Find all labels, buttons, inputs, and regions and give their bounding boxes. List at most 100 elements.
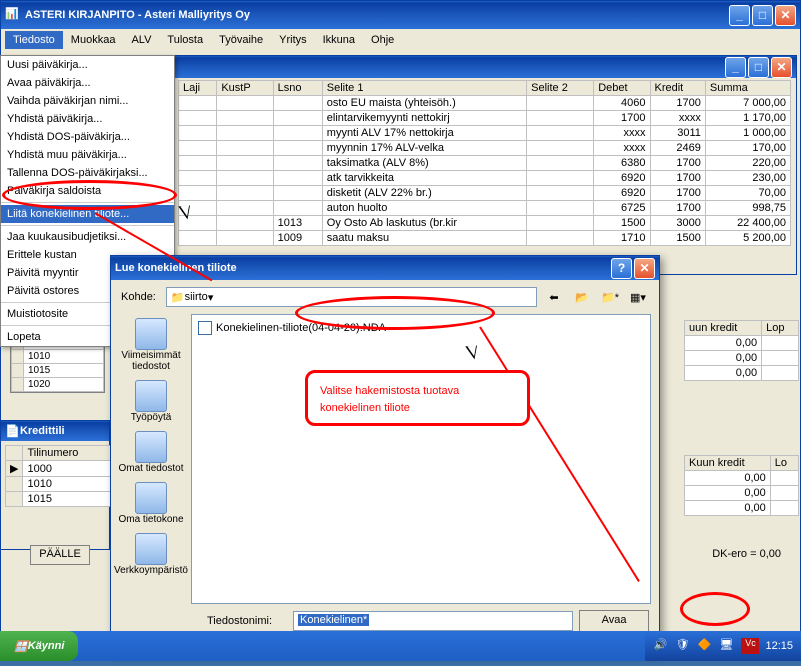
cell[interactable] xyxy=(217,216,273,231)
table-row[interactable]: myynnin 17% ALV-velkaxxxx2469170,00 xyxy=(179,141,791,156)
cell[interactable]: 6920 xyxy=(594,186,650,201)
cell[interactable] xyxy=(527,156,594,171)
cell[interactable]: atk tarvikkeita xyxy=(322,171,526,186)
cell[interactable] xyxy=(273,186,322,201)
open-button[interactable]: Avaa xyxy=(579,610,649,632)
list-item[interactable]: 1015 xyxy=(6,492,113,507)
tray-icon[interactable]: 🖥 xyxy=(719,638,735,654)
menu-alv[interactable]: ALV xyxy=(123,31,159,49)
cell[interactable] xyxy=(273,141,322,156)
minimize-button[interactable]: _ xyxy=(729,5,750,26)
table-row[interactable]: elintarvikemyynti nettokirj 1700xxxx1 170… xyxy=(179,111,791,126)
cell[interactable]: 1700 xyxy=(650,156,705,171)
cell[interactable]: xxxx xyxy=(594,126,650,141)
paalle-button[interactable]: PÄÄLLE xyxy=(30,545,90,565)
cell[interactable] xyxy=(179,171,217,186)
cell[interactable]: 1500 xyxy=(650,231,705,246)
col-4[interactable]: Selite 2 xyxy=(527,81,594,96)
maximize-button[interactable]: □ xyxy=(752,5,773,26)
cell[interactable] xyxy=(273,171,322,186)
menu-ikkuna[interactable]: Ikkuna xyxy=(315,31,363,49)
cell[interactable] xyxy=(527,216,594,231)
cell[interactable] xyxy=(273,201,322,216)
cell[interactable]: Oy Osto Ab laskutus (br.kir xyxy=(322,216,526,231)
cell[interactable]: 1013 xyxy=(273,216,322,231)
cell[interactable] xyxy=(179,156,217,171)
filename-input[interactable]: Konekielinen* xyxy=(293,611,573,631)
place-item[interactable]: Työpöytä xyxy=(131,380,172,423)
cell[interactable] xyxy=(217,171,273,186)
cell[interactable]: 230,00 xyxy=(705,171,790,186)
tray-icon[interactable]: 🔊 xyxy=(653,638,669,654)
child-minimize[interactable]: _ xyxy=(725,57,746,78)
new-folder-icon[interactable]: 📁* xyxy=(599,286,621,308)
cell[interactable]: 4060 xyxy=(594,96,650,111)
cell[interactable] xyxy=(527,171,594,186)
file-item[interactable]: Konekielinen-tiliote(04-04-20).NDA xyxy=(196,319,646,337)
menu-item[interactable]: Yhdistä DOS-päiväkirja... xyxy=(1,128,174,146)
start-button[interactable]: 🪟 Käynni xyxy=(0,631,78,661)
cell[interactable] xyxy=(179,96,217,111)
cell[interactable]: saatu maksu xyxy=(322,231,526,246)
cell[interactable]: 22 400,00 xyxy=(705,216,790,231)
cell[interactable] xyxy=(527,141,594,156)
place-item[interactable]: Omat tiedostot xyxy=(118,431,183,474)
cell[interactable] xyxy=(527,96,594,111)
menu-item[interactable]: Yhdistä muu päiväkirja... xyxy=(1,146,174,164)
cell[interactable] xyxy=(179,126,217,141)
views-icon[interactable]: ▦▾ xyxy=(627,286,649,308)
cell[interactable] xyxy=(527,231,594,246)
cell[interactable] xyxy=(179,216,217,231)
cell[interactable] xyxy=(217,96,273,111)
cell[interactable]: 1 170,00 xyxy=(705,111,790,126)
menu-tiedosto[interactable]: Tiedosto xyxy=(5,31,63,49)
cell[interactable] xyxy=(217,231,273,246)
list-item[interactable]: 1010 xyxy=(12,350,104,364)
menu-item[interactable]: Avaa päiväkirja... xyxy=(1,74,174,92)
cell[interactable]: myynnin 17% ALV-velka xyxy=(322,141,526,156)
cell[interactable] xyxy=(527,111,594,126)
cell[interactable] xyxy=(527,201,594,216)
cell[interactable] xyxy=(217,126,273,141)
col-2[interactable]: Lsno xyxy=(273,81,322,96)
cell[interactable] xyxy=(217,186,273,201)
table-row[interactable]: taksimatka (ALV 8%)63801700220,00 xyxy=(179,156,791,171)
place-item[interactable]: Verkkoympäristö xyxy=(114,533,188,576)
col-5[interactable]: Debet xyxy=(594,81,650,96)
table-row[interactable]: 1013Oy Osto Ab laskutus (br.kir150030002… xyxy=(179,216,791,231)
table-row[interactable]: 1009saatu maksu171015005 200,00 xyxy=(179,231,791,246)
cell[interactable]: 998,75 xyxy=(705,201,790,216)
menu-item[interactable]: Liitä konekielinen tiliote... xyxy=(1,205,174,223)
cell[interactable]: 1700 xyxy=(650,201,705,216)
cell[interactable] xyxy=(217,111,273,126)
place-item[interactable]: Viimeisimmät tiedostot xyxy=(111,318,191,372)
cell[interactable]: 6920 xyxy=(594,171,650,186)
cell[interactable] xyxy=(527,186,594,201)
cell[interactable] xyxy=(273,111,322,126)
col-7[interactable]: Summa xyxy=(705,81,790,96)
back-icon[interactable]: ⬅ xyxy=(543,286,565,308)
list-item[interactable]: ▶1000 xyxy=(6,461,113,477)
main-datagrid[interactable]: LajiKustPLsnoSelite 1Selite 2DebetKredit… xyxy=(178,80,791,246)
cell[interactable]: disketit (ALV 22% br.) xyxy=(322,186,526,201)
cell[interactable] xyxy=(527,126,594,141)
tray-icon[interactable]: 🔶 xyxy=(697,638,713,654)
cell[interactable] xyxy=(273,96,322,111)
tray-icon[interactable]: 🛡 xyxy=(675,638,691,654)
child-close[interactable]: ✕ xyxy=(771,57,792,78)
cell[interactable]: 3011 xyxy=(650,126,705,141)
cell[interactable]: 1700 xyxy=(594,111,650,126)
cell[interactable]: 220,00 xyxy=(705,156,790,171)
cell[interactable] xyxy=(217,141,273,156)
cell[interactable]: elintarvikemyynti nettokirj xyxy=(322,111,526,126)
cell[interactable]: 1 000,00 xyxy=(705,126,790,141)
col-3[interactable]: Selite 1 xyxy=(322,81,526,96)
cell[interactable]: 3000 xyxy=(650,216,705,231)
cell[interactable] xyxy=(179,111,217,126)
menu-item[interactable]: Jaa kuukausibudjetiksi... xyxy=(1,228,174,246)
tray-vc-icon[interactable]: Vc xyxy=(741,638,759,654)
menu-item[interactable]: Yhdistä päiväkirja... xyxy=(1,110,174,128)
menu-muokkaa[interactable]: Muokkaa xyxy=(63,31,124,49)
cell[interactable] xyxy=(273,126,322,141)
cell[interactable]: xxxx xyxy=(650,111,705,126)
